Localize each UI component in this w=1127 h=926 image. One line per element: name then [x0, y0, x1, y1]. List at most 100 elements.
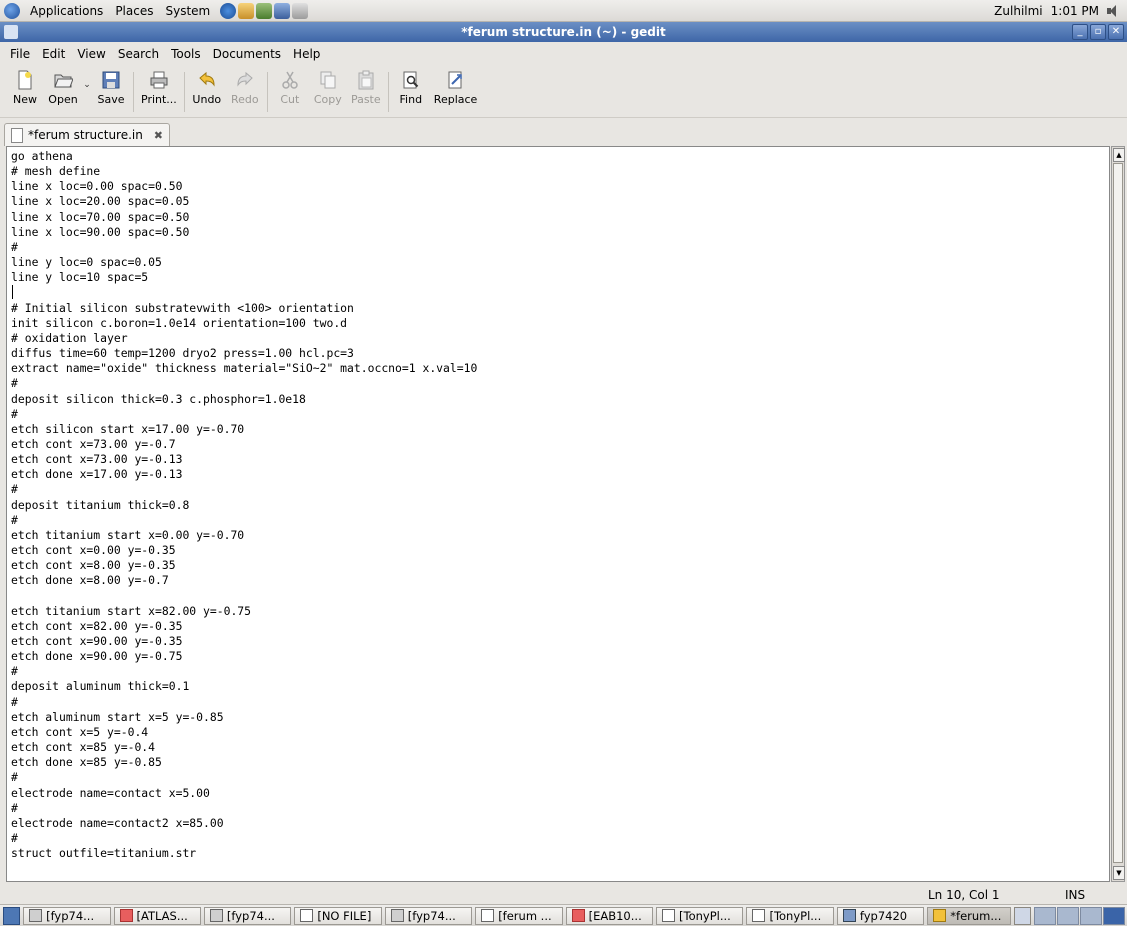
scroll-up-arrow-icon[interactable]: ▲: [1113, 148, 1125, 162]
toolbar-separator: [183, 72, 185, 112]
close-button[interactable]: ✕: [1108, 24, 1124, 40]
user-name[interactable]: Zulhilmi: [994, 4, 1042, 18]
notification-icon[interactable]: [1013, 906, 1032, 925]
applications-menu[interactable]: Applications: [24, 0, 109, 22]
text-cursor: [12, 285, 13, 299]
new-document-icon: [18, 70, 32, 90]
task-gedit-ferum[interactable]: *ferum...: [927, 906, 1011, 925]
menu-view[interactable]: View: [71, 47, 111, 61]
terminal-icon: [209, 909, 223, 922]
document-tabs: *ferum structure.in ✖: [0, 120, 1127, 146]
messenger-launcher-icon[interactable]: [274, 2, 291, 19]
task-fyp74-1[interactable]: [fyp74...: [23, 906, 111, 925]
tab-label: *ferum structure.in: [28, 128, 143, 142]
panel-status-area: Zulhilmi 1:01 PM: [994, 4, 1127, 18]
task-eab10[interactable]: [EAB10...: [565, 906, 654, 925]
open-folder-icon: [54, 74, 73, 88]
places-menu[interactable]: Places: [109, 0, 159, 22]
copy-icon: [320, 71, 336, 89]
window-icon: [300, 909, 314, 922]
tool-icon: [119, 909, 133, 922]
panel-launchers: [220, 2, 309, 19]
menu-file[interactable]: File: [4, 47, 36, 61]
vertical-scrollbar[interactable]: ▲ ▼: [1111, 146, 1125, 882]
task-fyp7420-folder[interactable]: fyp7420: [836, 906, 925, 925]
folder-icon: [842, 909, 856, 922]
save-icon: [102, 71, 120, 89]
find-button[interactable]: Find: [392, 66, 430, 106]
menu-search[interactable]: Search: [112, 47, 165, 61]
notes-launcher-icon[interactable]: [292, 2, 309, 19]
insert-mode: INS: [1065, 888, 1086, 902]
menu-help[interactable]: Help: [287, 47, 326, 61]
task-tonypl-1[interactable]: [TonyPl...: [656, 906, 744, 925]
cut-button[interactable]: Cut: [271, 66, 309, 106]
copy-button[interactable]: Copy: [309, 66, 347, 106]
undo-icon: [199, 71, 215, 87]
system-menu[interactable]: System: [159, 0, 216, 22]
redo-icon: [237, 71, 253, 87]
chevron-down-icon: ⌄: [83, 80, 91, 90]
paste-button[interactable]: Paste: [347, 66, 385, 106]
open-button[interactable]: Open: [44, 66, 82, 106]
volume-icon[interactable]: [1107, 4, 1121, 17]
window-title: *ferum structure.in (~) - gedit: [461, 25, 666, 39]
task-no-file[interactable]: [NO FILE]: [294, 906, 382, 925]
scissors-icon: [282, 71, 298, 89]
window-icon: [481, 909, 495, 922]
fedora-logo-icon: [4, 2, 20, 19]
web-browser-launcher-icon[interactable]: [220, 2, 237, 19]
find-icon: [403, 71, 419, 89]
toolbar-separator: [266, 72, 268, 112]
mail-launcher-icon[interactable]: [238, 2, 255, 19]
task-fyp74-2[interactable]: [fyp74...: [203, 906, 292, 925]
workspace-1[interactable]: [1034, 906, 1057, 925]
task-tonypl-2[interactable]: [TonyPl...: [746, 906, 834, 925]
text-document-icon: [11, 127, 23, 143]
workspace-3[interactable]: [1080, 906, 1103, 925]
maximize-button[interactable]: ▫: [1090, 24, 1106, 40]
tool-icon: [571, 909, 585, 922]
paste-icon: [358, 70, 374, 90]
print-button[interactable]: Print...: [137, 66, 181, 106]
tab-close-icon[interactable]: ✖: [154, 129, 163, 142]
toolbar: New Open ⌄ Save Print... Undo Redo Cut C…: [0, 66, 1127, 118]
statusbar: Ln 10, Col 1 INS: [0, 886, 1127, 904]
window-titlebar[interactable]: *ferum structure.in (~) - gedit _ ▫ ✕: [0, 22, 1127, 42]
toolbar-separator: [133, 72, 134, 112]
window-icon: [752, 909, 766, 922]
task-ferum-window[interactable]: [ferum ...: [475, 906, 563, 925]
editor-content[interactable]: go athena # mesh define line x loc=0.00 …: [7, 147, 1109, 861]
tab-ferum-structure[interactable]: *ferum structure.in ✖: [4, 123, 170, 146]
scrollbar-thumb[interactable]: [1113, 163, 1123, 863]
panel-menus: Applications Places System: [0, 0, 309, 22]
toolbar-separator: [387, 72, 389, 112]
save-button[interactable]: Save: [92, 66, 130, 106]
scroll-down-arrow-icon[interactable]: ▼: [1113, 866, 1125, 880]
show-desktop-icon[interactable]: [3, 906, 21, 925]
undo-button[interactable]: Undo: [188, 66, 226, 106]
replace-button[interactable]: Replace: [430, 66, 482, 106]
task-fyp74-3[interactable]: [fyp74...: [384, 906, 473, 925]
minimize-button[interactable]: _: [1072, 24, 1088, 40]
text-editor[interactable]: go athena # mesh define line x loc=0.00 …: [6, 146, 1110, 882]
window-icon: [662, 909, 676, 922]
workspace-4[interactable]: [1103, 906, 1126, 925]
workspace-2[interactable]: [1057, 906, 1080, 925]
clock[interactable]: 1:01 PM: [1051, 4, 1099, 18]
menubar: File Edit View Search Tools Documents He…: [0, 42, 1127, 65]
printer-icon: [150, 71, 168, 89]
recent-files-dropdown[interactable]: ⌄: [82, 80, 92, 90]
task-atlas[interactable]: [ATLAS...: [113, 906, 201, 925]
replace-icon: [448, 71, 462, 89]
menu-documents[interactable]: Documents: [207, 47, 287, 61]
terminal-icon: [29, 909, 43, 922]
network-launcher-icon[interactable]: [256, 2, 273, 19]
new-button[interactable]: New: [6, 66, 44, 106]
cursor-position: Ln 10, Col 1: [928, 888, 1000, 902]
window-controls: _ ▫ ✕: [1072, 24, 1127, 40]
menu-tools[interactable]: Tools: [165, 47, 207, 61]
menu-edit[interactable]: Edit: [36, 47, 71, 61]
redo-button[interactable]: Redo: [226, 66, 264, 106]
workspace-switcher: [1034, 906, 1127, 925]
